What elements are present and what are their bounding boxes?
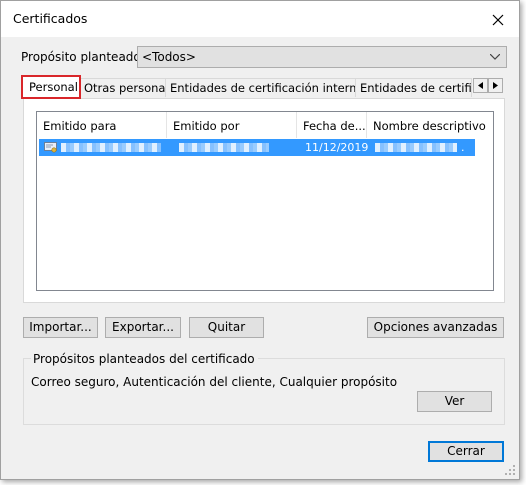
title-bar: Certificados <box>1 1 519 37</box>
tab-otras-personas[interactable]: Otras personas <box>79 78 166 97</box>
purpose-selected-value: <Todos> <box>142 50 196 64</box>
tab-entidades-intermedias[interactable]: Entidades de certificación intermedias <box>165 78 356 97</box>
redacted-issued-to <box>61 143 161 152</box>
purposes-group-title: Propósitos planteados del certificado <box>31 352 258 366</box>
view-button[interactable]: Ver <box>417 391 492 412</box>
close-icon <box>492 14 504 26</box>
chevron-down-icon <box>490 54 500 60</box>
redacted-issued-by <box>179 143 269 152</box>
dialog-title: Certificados <box>13 11 88 26</box>
tab-scroll-left-button[interactable] <box>473 78 488 93</box>
redacted-friendly-name <box>375 143 457 152</box>
certificate-icon <box>44 142 57 153</box>
close-dialog-button[interactable]: Cerrar <box>428 441 504 462</box>
export-button[interactable]: Exportar... <box>105 317 181 338</box>
tab-scroll-right-icon <box>493 82 498 89</box>
cell-friendly-name: . <box>461 141 465 154</box>
tab-panel: Emitido para Emitido por Fecha de... Nom… <box>23 98 505 303</box>
tab-scroll-left-icon <box>478 82 483 89</box>
resize-grip-icon[interactable] <box>505 465 515 475</box>
certificates-dialog: Certificados Propósito planteado: <Todos… <box>0 0 520 480</box>
table-row[interactable]: 11/12/2019 . <box>39 139 475 156</box>
purpose-label: Propósito planteado: <box>21 50 145 64</box>
purpose-select[interactable]: <Todos> <box>137 46 507 68</box>
certificate-list[interactable]: Emitido para Emitido por Fecha de... Nom… <box>36 111 494 291</box>
tab-scroll-right-button[interactable] <box>488 78 503 93</box>
cell-date: 11/12/2019 <box>305 141 369 154</box>
column-header-date[interactable]: Fecha de... <box>297 112 367 138</box>
tab-strip: Personal Otras personas Entidades de cer… <box>21 75 505 99</box>
tab-entidades-raiz[interactable]: Entidades de certificaci <box>355 78 472 97</box>
remove-button[interactable]: Quitar <box>189 317 264 338</box>
close-button[interactable] <box>487 9 509 31</box>
column-header-issued-to[interactable]: Emitido para <box>37 112 167 138</box>
advanced-options-button[interactable]: Opciones avanzadas <box>367 317 504 338</box>
tab-personal[interactable]: Personal <box>21 75 81 99</box>
purposes-text: Correo seguro, Autenticación del cliente… <box>31 375 398 389</box>
column-header-friendly-name[interactable]: Nombre descriptivo <box>367 112 493 138</box>
import-button[interactable]: Importar... <box>23 317 98 338</box>
column-header-issued-by[interactable]: Emitido por <box>167 112 297 138</box>
